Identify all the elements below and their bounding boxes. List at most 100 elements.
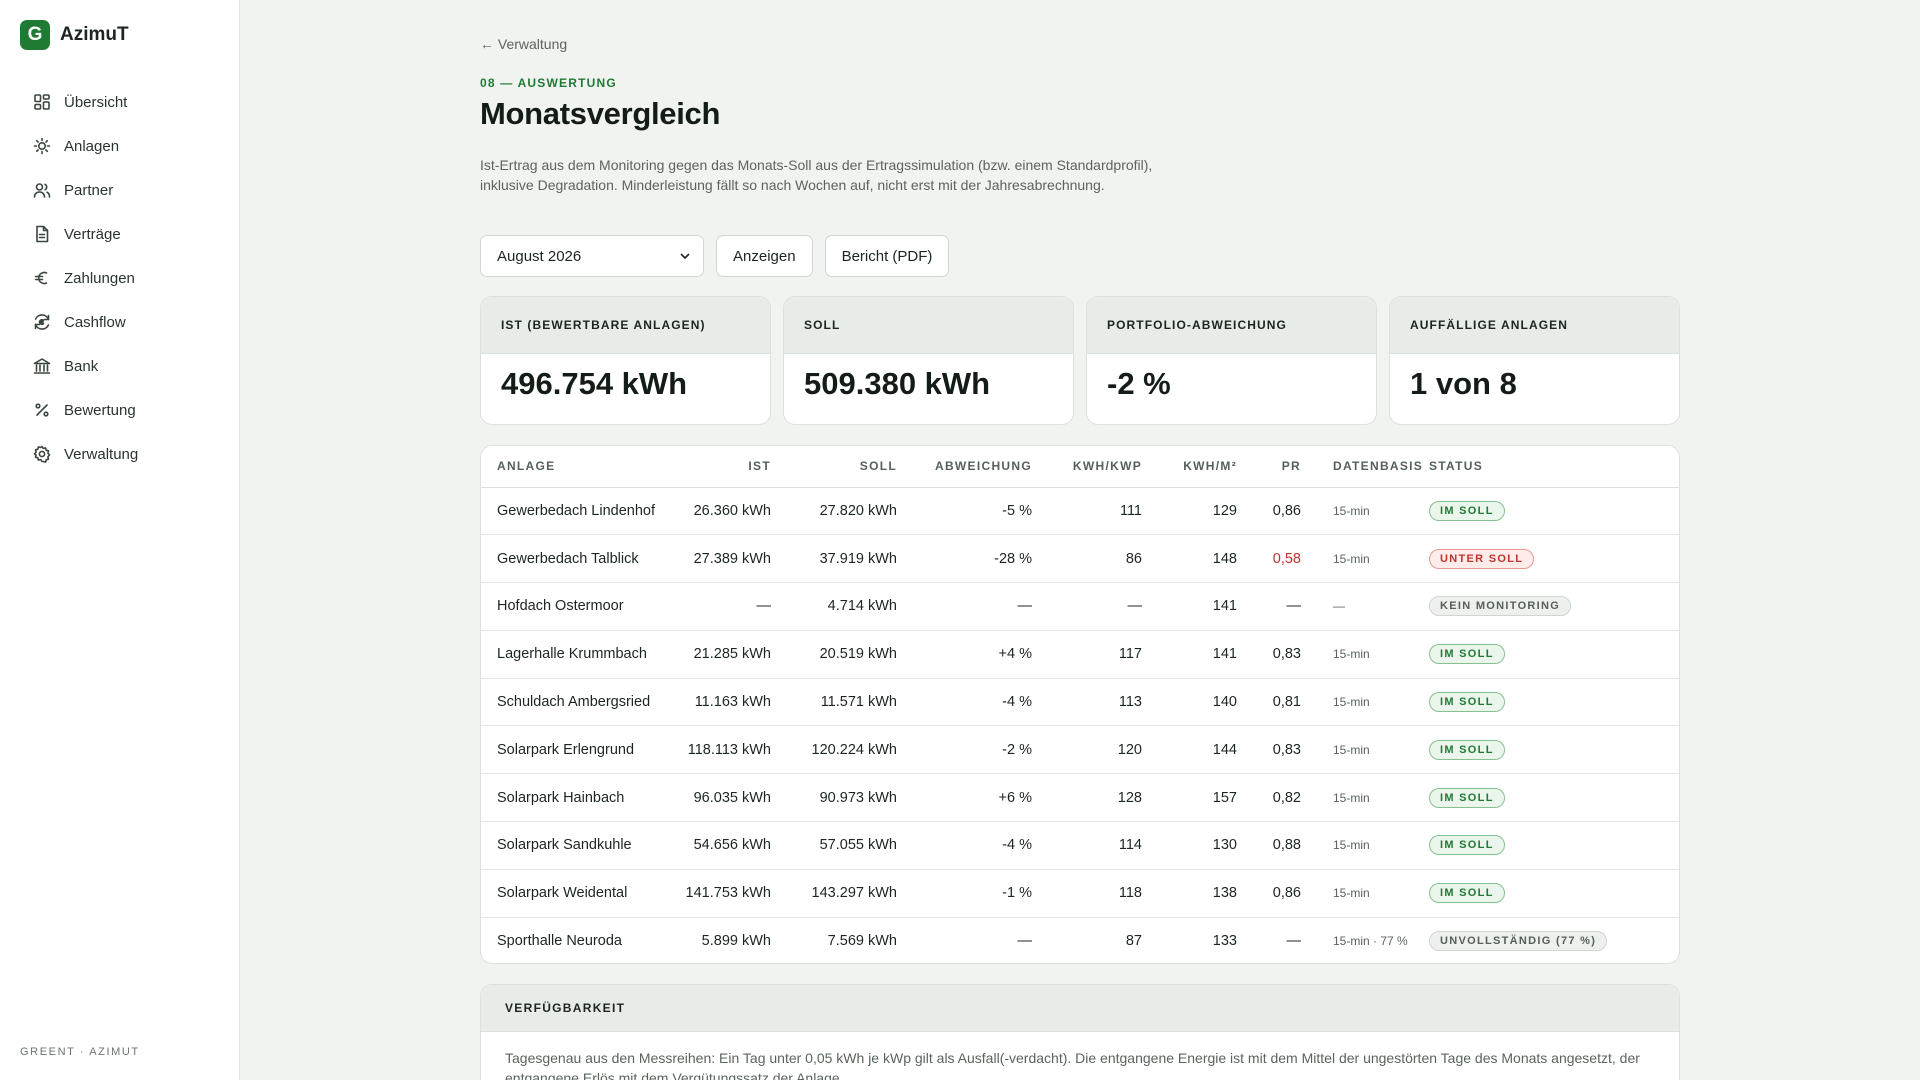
document-icon <box>36 225 49 243</box>
sidebar-item-uebersicht[interactable]: Übersicht <box>18 80 222 124</box>
column-header-status[interactable]: STATUS <box>1429 446 1679 488</box>
table-row[interactable]: Solarpark Weidental 141.753 kWh 143.297 kW… <box>481 869 1679 918</box>
table-row[interactable]: Gewerbedach Talblick 27.389 kWh 37.919 kWh… <box>481 534 1679 584</box>
page-title: Monatsvergleich <box>480 96 721 131</box>
cell-abweichung: +6 % <box>897 773 1032 823</box>
table-body: Gewerbedach Lindenhof 26.360 kWh 27.820 kW… <box>481 487 1679 963</box>
sidebar-item-vertraege[interactable]: Verträge <box>18 212 222 256</box>
cell-abweichung: -4 % <box>897 821 1032 870</box>
availability-title: VERFÜGBARKEIT <box>481 985 1679 1032</box>
sidebar-item-label: Zahlungen <box>64 269 135 287</box>
cell-datenbasis: 15-min <box>1301 487 1429 536</box>
cell-status: IM SOLL <box>1429 869 1679 918</box>
cell-anlage: Hofdach Ostermoor <box>481 582 681 631</box>
column-header-anlage[interactable]: ANLAGE <box>481 446 681 488</box>
status-badge: IM SOLL <box>1429 835 1505 856</box>
sidebar-item-partner[interactable]: Partner <box>18 168 222 212</box>
cell-anlage: Gewerbedach Lindenhof <box>481 487 681 536</box>
sidebar-item-verwaltung[interactable]: Verwaltung <box>18 432 222 476</box>
sidebar-item-zahlungen[interactable]: Zahlungen <box>18 256 222 300</box>
table-row[interactable]: Hofdach Ostermoor —4.714 kWh — —141— — KEIN M… <box>481 582 1679 631</box>
sidebar: G AzimuT Übersicht Anlagen Partner Vertr… <box>0 0 240 1080</box>
table-row[interactable]: Gewerbedach Lindenhof 26.360 kWh 27.820 kW… <box>481 487 1679 536</box>
cell-ist: 5.899 kWh <box>701 933 771 950</box>
cell-kwh-kwp: 117 <box>1032 630 1142 679</box>
cell-soll: 4.714 kWh <box>771 582 897 631</box>
cell-abweichung: — <box>1017 933 1033 950</box>
table-row[interactable]: Schuldach Ambergsried 11.163 kWh 11.571 kW… <box>481 678 1679 727</box>
table-row[interactable]: Lagerhalle Krummbach 21.285 kWh 20.519 kWh… <box>481 630 1679 679</box>
gear-icon <box>33 445 51 463</box>
table-row[interactable]: Solarpark Erlengrund 118.113 kWh 120.224 k… <box>481 725 1679 775</box>
sidebar-item-bewertung[interactable]: Bewertung <box>18 388 222 432</box>
column-header-kwh-kwp[interactable]: KWH/KWP <box>1032 446 1142 488</box>
controls: August 2026 Anzeigen Bericht (PDF) <box>480 235 950 277</box>
cell-ist: 118.113 kWh <box>681 725 771 775</box>
cell-soll: 37.919 kWh <box>771 534 897 584</box>
month-select[interactable]: August 2026 <box>480 235 704 277</box>
cell-kwh-m2: 129 <box>1142 487 1237 536</box>
cell-kwh-m2: 133 <box>1212 933 1237 950</box>
sidebar-item-cashflow[interactable]: Cashflow <box>18 300 222 344</box>
column-header-pr[interactable]: PR <box>1237 446 1301 488</box>
cell-abweichung: +4 % <box>897 630 1032 679</box>
bank-icon <box>33 358 51 374</box>
cell-soll: 57.055 kWh <box>771 821 897 870</box>
kpi-value: 509.380 kWh <box>804 366 991 401</box>
kpi-row: IST (BEWERTBARE ANLAGEN) 496.754 kWh SOL… <box>480 296 1680 425</box>
column-header-ist[interactable]: IST <box>681 446 771 488</box>
back-link[interactable]: ← Verwaltung <box>480 36 567 52</box>
cell-status: IM SOLL <box>1429 725 1679 775</box>
sidebar-item-anlagen[interactable]: Anlagen <box>18 124 222 168</box>
chevron-down-icon <box>680 253 690 259</box>
sidebar-footer: GREENT · AZIMUT <box>20 1046 140 1058</box>
cell-pr: 0,83 <box>1237 725 1301 775</box>
table-row[interactable]: Sporthalle Neuroda 5.899 kWh 7.569 kWh — 87 1… <box>481 917 1679 963</box>
sidebar-item-label: Anlagen <box>64 137 120 155</box>
kpi-value: -2 % <box>1107 366 1171 401</box>
cell-anlage: Schuldach Ambergsried <box>481 678 681 727</box>
cell-status: IM SOLL <box>1429 487 1679 536</box>
kpi-label: IST (BEWERTBARE ANLAGEN) <box>481 297 770 354</box>
sidebar-item-bank[interactable]: Bank <box>18 344 222 388</box>
table-row[interactable]: Solarpark Sandkuhle 54.656 kWh 57.055 kWh -… <box>481 821 1679 870</box>
table-header-row: ANLAGE IST SOLL ABWEICHUNG KWH/KWP KWH/M… <box>481 446 1679 488</box>
show-button[interactable]: Anzeigen <box>716 235 813 277</box>
report-pdf-button[interactable]: Bericht (PDF) <box>824 235 950 277</box>
kpi-value: 496.754 kWh <box>501 366 688 401</box>
column-header-kwh-m2[interactable]: KWH/M² <box>1142 446 1237 488</box>
sidebar-item-label: Bewertung <box>64 401 136 419</box>
sidebar-nav: Übersicht Anlagen Partner Verträge Zahlu… <box>18 80 222 476</box>
cell-abweichung: -1 % <box>897 869 1032 918</box>
status-badge: IM SOLL <box>1429 692 1505 713</box>
cell-kwh-kwp: — <box>1032 582 1142 631</box>
column-header-datenbasis[interactable]: DATENBASIS <box>1301 446 1429 488</box>
kpi-card: PORTFOLIO-ABWEICHUNG -2 % <box>1086 296 1377 425</box>
cell-pr: 0,81 <box>1237 678 1301 727</box>
cell-status: IM SOLL <box>1429 630 1679 679</box>
cell-datenbasis: — <box>1301 582 1429 631</box>
cell-kwh-m2: 157 <box>1142 773 1237 823</box>
cell-datenbasis: 15-min <box>1301 821 1429 870</box>
brand[interactable]: G AzimuT <box>20 20 129 50</box>
cell-abweichung: — <box>897 582 1032 631</box>
status-badge: IM SOLL <box>1429 644 1505 665</box>
column-header-soll[interactable]: SOLL <box>771 446 897 488</box>
cell-kwh-m2: 140 <box>1142 678 1237 727</box>
table-row[interactable]: Solarpark Hainbach 96.035 kWh 90.973 kWh +6… <box>481 773 1679 823</box>
cell-anlage: Solarpark Sandkuhle <box>481 821 681 870</box>
cell-datenbasis: 15-min <box>1301 725 1429 775</box>
cell-status: UNTER SOLL <box>1429 534 1679 584</box>
cell-pr: — <box>1237 582 1301 631</box>
cell-kwh-kwp: 87 <box>1125 933 1142 950</box>
column-header-abweichung[interactable]: ABWEICHUNG <box>897 446 1032 488</box>
percent-icon <box>35 403 49 417</box>
grid-icon <box>34 94 50 110</box>
cell-kwh-m2: 141 <box>1142 630 1237 679</box>
status-badge: KEIN MONITORING <box>1429 596 1572 617</box>
status-badge: IM SOLL <box>1429 883 1505 904</box>
sun-icon <box>33 137 51 155</box>
cell-pr: 0,58 <box>1237 534 1301 584</box>
comparison-table-card: ANLAGE IST SOLL ABWEICHUNG KWH/KWP KWH/M… <box>480 445 1680 964</box>
cashflow-icon <box>34 314 50 330</box>
